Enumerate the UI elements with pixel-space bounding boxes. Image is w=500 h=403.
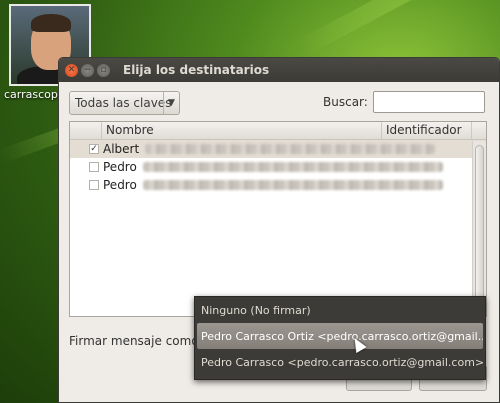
search-input[interactable] — [373, 91, 485, 113]
row-checkbox[interactable] — [89, 180, 99, 190]
wallpaper-streak — [295, 0, 500, 57]
row-name: Albert — [103, 142, 140, 156]
sign-as-label: Firmar mensaje como: — [69, 334, 203, 348]
header-identifier[interactable]: Identificador — [382, 122, 472, 139]
header-spacer — [472, 122, 486, 139]
header-check-column — [70, 122, 102, 139]
row-name: Pedro — [103, 160, 137, 174]
sign-as-dropdown-menu[interactable]: Ninguno (No firmar) Pedro Carrasco Ortiz… — [194, 296, 486, 380]
dialog-title: Elija los destinatarios — [123, 63, 270, 77]
redacted-text — [142, 180, 443, 190]
row-checkbox[interactable] — [89, 162, 99, 172]
minimize-icon[interactable]: − — [81, 63, 94, 77]
chevron-down-icon: ▼ — [163, 92, 179, 114]
table-row[interactable]: Pedro — [70, 158, 486, 176]
titlebar: ✕ − ▫ Elija los destinatarios — [59, 58, 499, 82]
menu-item-sign-key-2[interactable]: Pedro Carrasco <pedro.carrasco.ortiz@gma… — [195, 349, 485, 375]
search-label: Buscar: — [323, 95, 368, 109]
redacted-text — [145, 144, 436, 154]
redacted-text — [142, 162, 443, 172]
header-name[interactable]: Nombre — [102, 122, 382, 139]
key-filter-combo[interactable]: Todas las claves ▼ — [69, 91, 180, 115]
table-row[interactable]: ✓ Albert — [70, 140, 486, 158]
toolbar: Todas las claves ▼ Buscar: — [69, 91, 487, 115]
list-header: Nombre Identificador — [70, 122, 486, 140]
recipients-list[interactable]: Nombre Identificador ✓ Albert Pedro Pedr… — [69, 121, 487, 317]
menu-item-sign-key-1[interactable]: Pedro Carrasco Ortiz <pedro.carrasco.ort… — [197, 323, 483, 349]
avatar-hair — [31, 14, 71, 32]
row-name: Pedro — [103, 178, 137, 192]
menu-item-no-sign[interactable]: Ninguno (No firmar) — [195, 297, 485, 323]
row-checkbox[interactable]: ✓ — [89, 144, 99, 154]
maximize-icon[interactable]: ▫ — [97, 63, 110, 77]
close-icon[interactable]: ✕ — [65, 63, 78, 77]
list-scrollbar[interactable] — [472, 141, 486, 316]
scroll-thumb[interactable] — [475, 145, 484, 315]
table-row[interactable]: Pedro — [70, 176, 486, 194]
key-filter-value: Todas las claves — [75, 96, 172, 110]
